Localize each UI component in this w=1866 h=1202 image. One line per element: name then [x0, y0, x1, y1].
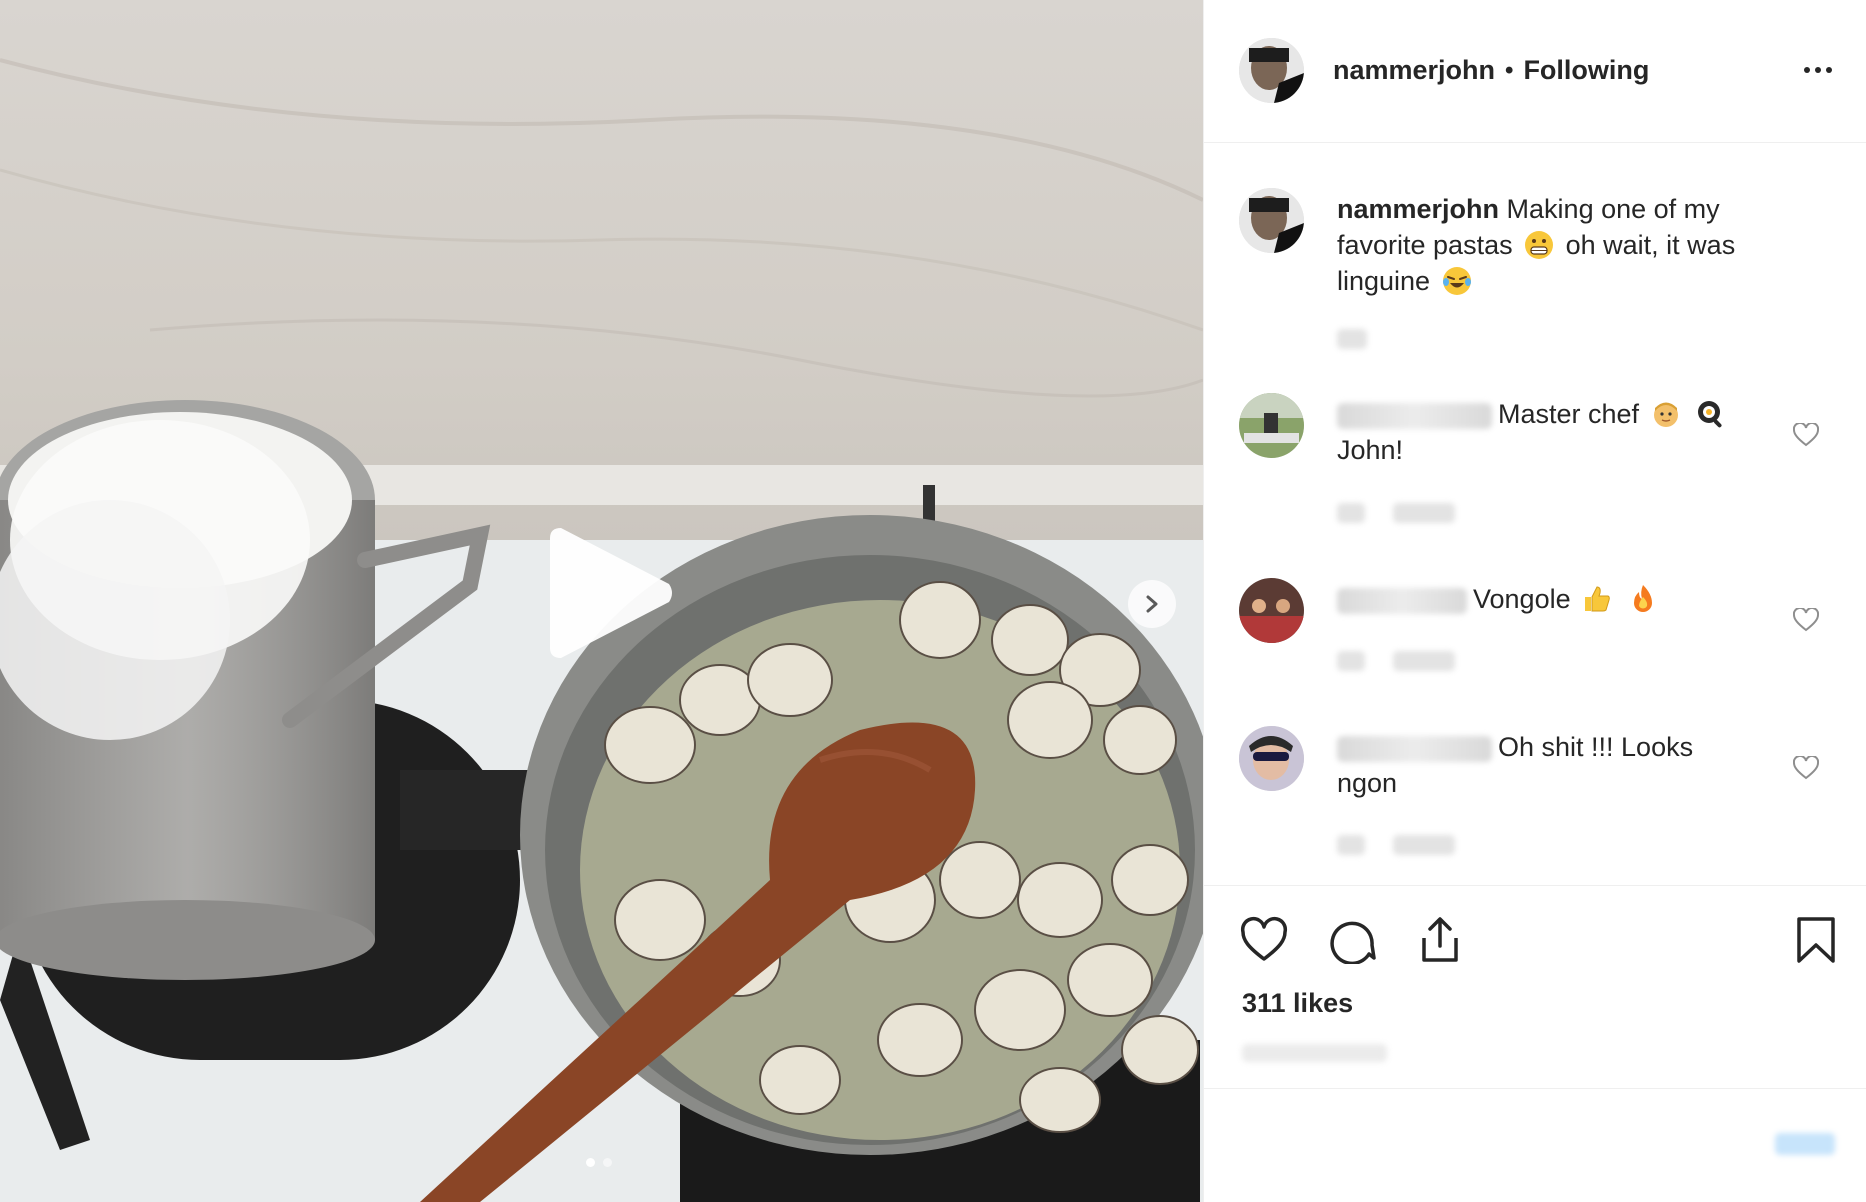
caption-username[interactable]: nammerjohn	[1337, 194, 1499, 224]
commenter-avatar[interactable]	[1239, 726, 1304, 791]
carousel-next-button[interactable]	[1128, 580, 1176, 628]
like-comment-heart-icon[interactable]	[1793, 608, 1819, 632]
reply-button[interactable]	[1393, 503, 1455, 523]
comment-timestamp	[1337, 835, 1365, 855]
commenter-avatar[interactable]	[1239, 393, 1304, 458]
comment-meta	[1337, 503, 1455, 523]
likes-count[interactable]: 311 likes	[1242, 988, 1353, 1019]
header-separator: •	[1505, 56, 1514, 84]
frying-pan-emoji-icon	[1698, 401, 1722, 428]
comment-text: Oh shit !!! Looks ngon	[1337, 729, 1757, 801]
post-header: nammerjohn • Following	[1204, 0, 1866, 143]
post-side-panel: nammerjohn • Following nammerjohn Making…	[1203, 0, 1866, 1202]
comment-meta	[1337, 835, 1455, 855]
comment-content-continued: John!	[1337, 435, 1404, 465]
laughing-tears-emoji-icon	[1442, 267, 1471, 295]
more-options-button[interactable]	[1798, 58, 1838, 82]
author-username[interactable]: nammerjohn	[1333, 55, 1495, 86]
thumbs-up-emoji-icon	[1585, 586, 1610, 612]
comment-timestamp	[1337, 503, 1365, 523]
more-dot	[1815, 67, 1821, 73]
post-author: nammerjohn • Following	[1333, 55, 1649, 86]
more-dot	[1804, 67, 1810, 73]
post-actions: 311 likes	[1204, 885, 1866, 1088]
man-emoji-icon	[1653, 402, 1678, 427]
post-comment-button[interactable]	[1775, 1133, 1835, 1155]
post-timestamp	[1242, 1044, 1387, 1062]
like-comment-heart-icon[interactable]	[1793, 756, 1819, 780]
commenter-avatar[interactable]	[1239, 578, 1304, 643]
caption-text: nammerjohn Making one of my favorite pas…	[1337, 191, 1787, 299]
caption-timestamp	[1337, 329, 1367, 349]
more-dot	[1826, 67, 1832, 73]
carousel-indicator	[586, 1158, 612, 1167]
add-comment-bar	[1204, 1088, 1866, 1202]
reply-button[interactable]	[1393, 835, 1455, 855]
commenter-username[interactable]	[1337, 587, 1467, 614]
commenter-username[interactable]	[1337, 402, 1492, 429]
like-heart-icon[interactable]	[1240, 916, 1288, 964]
author-avatar[interactable]	[1239, 38, 1304, 103]
follow-status-button[interactable]: Following	[1523, 55, 1649, 86]
add-comment-input[interactable]	[1242, 1115, 1722, 1175]
comment-meta	[1337, 651, 1455, 671]
comment-text: Vongole	[1337, 581, 1757, 617]
comment-text: Master chef John!	[1337, 396, 1757, 468]
comments-section: nammerjohn Making one of my favorite pas…	[1204, 143, 1866, 885]
chevron-right-icon	[1146, 595, 1158, 613]
comment-content: Master chef	[1498, 399, 1640, 429]
share-icon[interactable]	[1416, 916, 1464, 964]
play-video-button[interactable]	[545, 528, 675, 658]
commenter-username[interactable]	[1337, 735, 1492, 762]
comment-timestamp	[1337, 651, 1365, 671]
reply-button[interactable]	[1393, 651, 1455, 671]
fire-emoji-icon	[1633, 585, 1652, 612]
caption-meta	[1337, 329, 1367, 349]
save-bookmark-icon[interactable]	[1792, 916, 1840, 964]
comment-content: Vongole	[1473, 584, 1571, 614]
like-comment-heart-icon[interactable]	[1793, 423, 1819, 447]
comment-bubble-icon[interactable]	[1328, 916, 1376, 964]
grimacing-emoji-icon	[1525, 231, 1554, 259]
play-icon	[550, 528, 672, 658]
post-media[interactable]	[0, 0, 1203, 1202]
caption-author-avatar[interactable]	[1239, 188, 1304, 253]
carousel-dot	[603, 1158, 612, 1167]
carousel-dot-active	[586, 1158, 595, 1167]
